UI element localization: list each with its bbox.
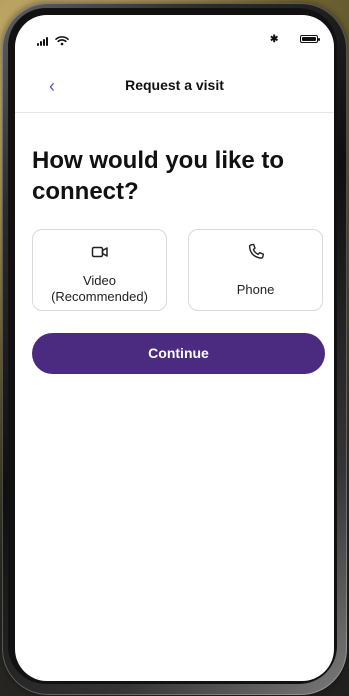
connection-question: How would you like to connect?: [32, 147, 284, 205]
phone-option-label: Phone: [236, 282, 275, 297]
signal-icon: [37, 36, 51, 46]
battery-icon: [300, 35, 320, 43]
video-option-label-line1: Video: [82, 273, 116, 288]
wifi-icon: [55, 36, 69, 46]
app-screen: ✱ ‹ Request a visit How would you like t…: [15, 15, 334, 681]
video-option-card[interactable]: Video (Recommended): [32, 229, 167, 311]
status-bar: ✱: [15, 15, 334, 55]
continue-button[interactable]: Continue: [32, 333, 325, 374]
status-left: [37, 35, 77, 49]
status-right: ✱: [270, 34, 320, 48]
page-title: Request a visit: [125, 77, 224, 93]
video-option-label: Video (Recommended): [33, 273, 166, 305]
video-option-label-line2: (Recommended): [51, 289, 148, 304]
phone-icon: [248, 243, 264, 259]
phone-option-card[interactable]: Phone: [188, 229, 323, 311]
bluetooth-icon: ✱: [270, 34, 279, 45]
header: ‹ Request a visit: [15, 71, 334, 113]
video-camera-icon: [91, 246, 108, 258]
phone-device: ✱ ‹ Request a visit How would you like t…: [0, 0, 349, 696]
battery-fill: [302, 37, 316, 41]
